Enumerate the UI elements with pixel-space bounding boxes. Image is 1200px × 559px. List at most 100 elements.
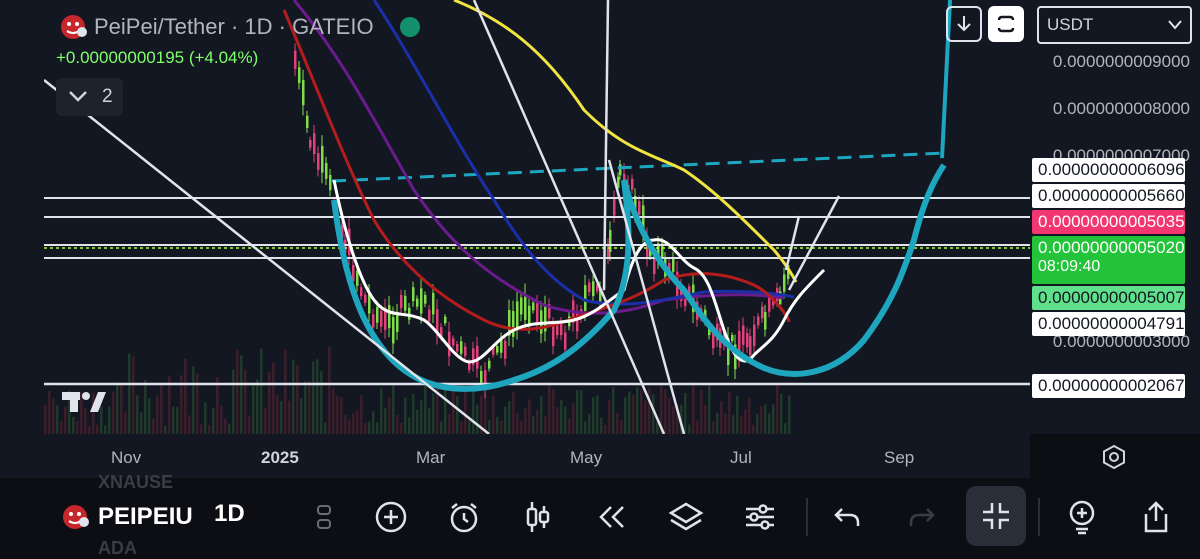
dashed-trendline[interactable] xyxy=(331,151,945,183)
volume-bar xyxy=(120,384,123,434)
volume-bar xyxy=(376,422,379,434)
price-tag-open[interactable]: 0.00000000005007 xyxy=(1032,286,1185,310)
price-tag-high[interactable]: 0.00000000005035 xyxy=(1032,210,1185,234)
volume-bar xyxy=(212,407,215,434)
volume-bar xyxy=(492,395,495,434)
price-tag-level[interactable]: 0.00000000006096 xyxy=(1032,158,1185,182)
volume-bar xyxy=(176,406,179,434)
volume-bar xyxy=(228,423,231,434)
volume-bar xyxy=(128,353,131,434)
volume-bar xyxy=(160,384,163,434)
volume-bar xyxy=(124,412,127,434)
chart-type-toggle-button[interactable] xyxy=(298,491,350,543)
candlestick-icon xyxy=(526,502,550,532)
plus-circle-icon xyxy=(375,501,407,533)
add-indicator-button[interactable] xyxy=(365,491,417,543)
candle-body xyxy=(309,139,312,148)
candle-body xyxy=(372,314,375,328)
volume-bar xyxy=(280,401,283,434)
rewind-icon xyxy=(599,506,624,528)
candle-body xyxy=(404,295,407,311)
indicators-toggle-button[interactable]: 2 xyxy=(56,78,123,116)
volume-bar xyxy=(232,369,235,434)
exit-fullscreen-button[interactable] xyxy=(966,486,1026,546)
volume-bar xyxy=(364,422,367,434)
volume-bar xyxy=(512,391,515,434)
time-axis[interactable]: Nov 2025 Mar May Jul Sep xyxy=(44,434,1030,478)
chart-settings-button[interactable] xyxy=(1100,443,1128,471)
chevron-down-icon xyxy=(69,91,87,102)
undo-button[interactable] xyxy=(821,491,873,543)
volume-bar xyxy=(60,421,63,434)
candle-body xyxy=(408,307,411,320)
volume-bar xyxy=(264,407,267,434)
ma-yellow xyxy=(453,0,798,283)
volume-bar xyxy=(236,350,239,434)
reset-scale-button[interactable] xyxy=(988,6,1024,42)
candle-body xyxy=(552,325,555,347)
peipei-logo-icon xyxy=(63,505,89,529)
sliders-icon xyxy=(746,504,774,530)
time-label-year: 2025 xyxy=(261,448,299,467)
volume-bar xyxy=(336,395,339,434)
volume-bar xyxy=(560,399,563,434)
candle-body xyxy=(356,271,359,286)
volume-bar xyxy=(292,359,295,434)
layers-button[interactable] xyxy=(660,491,712,543)
volume-bar xyxy=(96,424,99,434)
legend-change-row: +0.00000000195 (+4.04%) xyxy=(56,48,258,68)
replay-button[interactable] xyxy=(586,491,638,543)
bar-countdown: 08:09:40 xyxy=(1038,258,1101,275)
candle-body xyxy=(609,230,612,253)
symbol-search-button[interactable]: PEIPEIU xyxy=(60,502,193,532)
settings-sliders-button[interactable] xyxy=(734,491,786,543)
volume-bar xyxy=(172,406,175,434)
price-tag-level[interactable]: 0.00000000004791 xyxy=(1032,312,1185,336)
legend-symbol-row[interactable]: PeiPei/Tether · 1D · GATEIO xyxy=(58,12,420,42)
chart-pane[interactable]: PeiPei/Tether · 1D · GATEIO +0.000000001… xyxy=(44,0,1030,434)
candle-body xyxy=(504,340,507,359)
volume-bar xyxy=(548,382,551,434)
price-tag-level[interactable]: 0.00000000002067 xyxy=(1032,374,1185,398)
grip-dots-icon xyxy=(317,505,331,529)
candle-body xyxy=(476,345,479,369)
symbol-name: PEIPEIU xyxy=(98,503,193,530)
volume-bar xyxy=(288,400,291,434)
volume-bar xyxy=(244,369,247,434)
interval-button[interactable]: 1D xyxy=(214,500,245,528)
candle-body xyxy=(412,287,415,302)
scroll-to-realtime-button[interactable] xyxy=(946,6,982,42)
peipei-logo-icon xyxy=(61,15,87,39)
volume-bar xyxy=(388,397,391,434)
candle-body xyxy=(388,305,391,328)
trendline-projection[interactable] xyxy=(787,195,841,291)
market-status-icon[interactable] xyxy=(399,17,420,37)
volume-bar xyxy=(536,409,539,434)
volume-bar xyxy=(552,388,555,434)
candle-body xyxy=(380,310,383,327)
trendline-projection-2[interactable] xyxy=(784,215,801,271)
volume-bar xyxy=(572,403,575,434)
candle-body xyxy=(464,346,467,357)
candle-body xyxy=(480,371,483,385)
volume-bar xyxy=(700,390,703,434)
price-tick: 0.0000000008000 xyxy=(1052,99,1190,118)
volume-bar xyxy=(360,395,363,434)
volume-bar xyxy=(476,404,479,434)
alert-button[interactable] xyxy=(438,491,490,543)
redo-button[interactable] xyxy=(896,491,948,543)
volume-bar xyxy=(580,390,583,434)
volume-bar xyxy=(324,422,327,434)
candle-body xyxy=(588,282,591,293)
volume-bar xyxy=(320,371,323,434)
current-price-tag[interactable]: 0.00000000005020 08:09:40 xyxy=(1032,236,1185,284)
toolbar-divider xyxy=(806,498,808,536)
share-button[interactable] xyxy=(1130,491,1182,543)
ma-red xyxy=(282,9,791,331)
currency-select[interactable]: USDT xyxy=(1037,6,1192,44)
price-tag-level[interactable]: 0.00000000005660 xyxy=(1032,184,1185,208)
volume-bar xyxy=(312,361,315,434)
volume-bar xyxy=(604,424,607,434)
ideas-button[interactable] xyxy=(1056,491,1108,543)
candles-button[interactable] xyxy=(512,491,564,543)
